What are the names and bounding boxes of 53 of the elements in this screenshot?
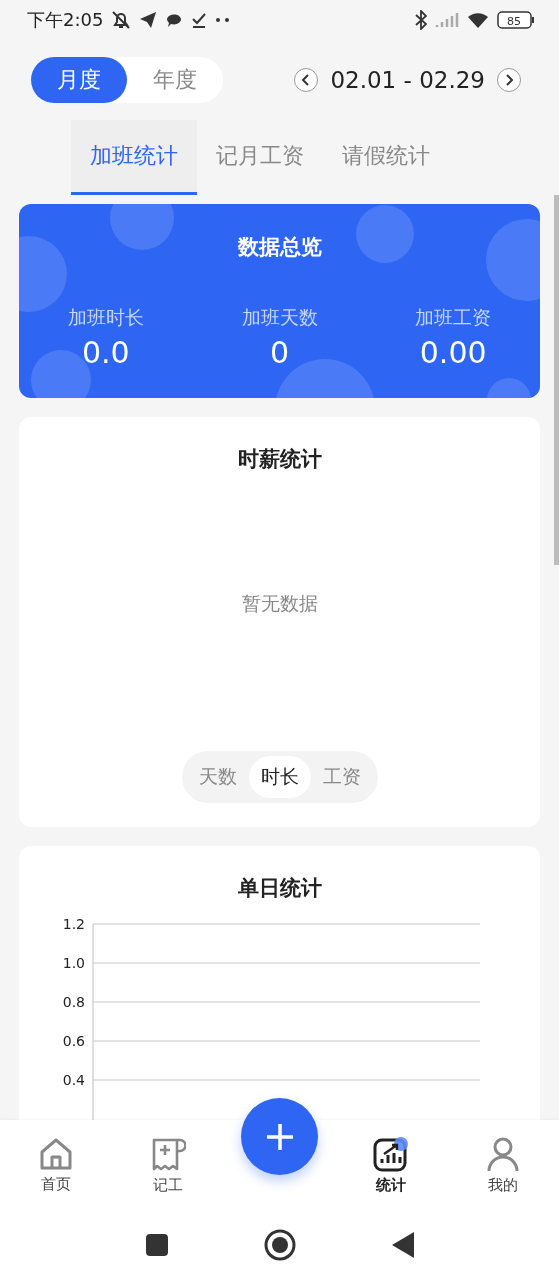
paper-plane-icon bbox=[139, 11, 158, 29]
person-icon bbox=[486, 1135, 521, 1172]
y-tick-label: 1.2 bbox=[62, 916, 85, 932]
card-title: 时薪统计 bbox=[237, 446, 322, 473]
chevron-left-icon bbox=[301, 74, 312, 86]
y-tick-label: 0.8 bbox=[62, 994, 85, 1010]
date-range: 02.01 - 02.29 bbox=[330, 67, 485, 93]
period-option[interactable]: 月度 bbox=[31, 57, 127, 103]
chevron-right-icon bbox=[504, 74, 514, 86]
stat-label: 加班天数 bbox=[241, 305, 318, 330]
stat-value: 0.0 bbox=[81, 335, 130, 370]
nav-item[interactable]: 我的 bbox=[463, 1135, 544, 1195]
stat-value: 0.00 bbox=[419, 335, 487, 370]
status-time: 下午2:05 bbox=[27, 8, 104, 32]
stat-label: 加班工资 bbox=[415, 305, 492, 330]
home-icon bbox=[38, 1136, 73, 1171]
check-icon bbox=[191, 12, 208, 28]
nav-item[interactable]: 统计 bbox=[351, 1135, 432, 1195]
tab[interactable]: 记月工资 bbox=[196, 120, 323, 195]
more-icon bbox=[215, 17, 232, 23]
bubble-drawing bbox=[110, 204, 174, 250]
chat-bubble-icon bbox=[165, 11, 184, 29]
bubble-drawing bbox=[487, 378, 531, 398]
wifi-icon bbox=[467, 11, 489, 29]
add-button[interactable] bbox=[241, 1098, 318, 1175]
card-title: 单日统计 bbox=[237, 875, 322, 902]
signal-icon bbox=[435, 12, 459, 28]
bell-off-icon bbox=[111, 10, 132, 30]
segment-option[interactable]: 时长 bbox=[248, 756, 311, 798]
recents-icon[interactable] bbox=[145, 1234, 168, 1256]
y-tick-label: 0.4 bbox=[62, 1072, 85, 1088]
plus-icon bbox=[264, 1121, 295, 1152]
nav-item[interactable]: 首页 bbox=[15, 1136, 96, 1194]
chart-icon bbox=[373, 1135, 410, 1172]
battery-icon: 85 bbox=[497, 11, 535, 29]
bubble-drawing bbox=[356, 205, 414, 263]
tab[interactable]: 请假统计 bbox=[322, 120, 449, 195]
back-icon[interactable] bbox=[391, 1232, 414, 1258]
home-button-icon[interactable] bbox=[263, 1229, 296, 1261]
segment-option[interactable]: 天数 bbox=[186, 756, 249, 798]
next-button[interactable] bbox=[497, 68, 521, 92]
stat-label: 加班时长 bbox=[67, 305, 144, 330]
stat-value: 0 bbox=[269, 335, 290, 370]
previous-button[interactable] bbox=[294, 68, 319, 92]
bluetooth-icon bbox=[415, 10, 427, 30]
overview-title: 数据总览 bbox=[237, 234, 322, 261]
y-tick-label: 1.0 bbox=[62, 955, 85, 971]
y-tick-label: 0.6 bbox=[62, 1033, 85, 1049]
empty-message: 暂无数据 bbox=[241, 591, 318, 616]
period-option[interactable]: 年度 bbox=[127, 57, 223, 103]
tab[interactable]: 加班统计 bbox=[70, 120, 197, 195]
nav-item[interactable]: 记工 bbox=[127, 1135, 208, 1195]
segment-option[interactable]: 工资 bbox=[310, 756, 373, 798]
